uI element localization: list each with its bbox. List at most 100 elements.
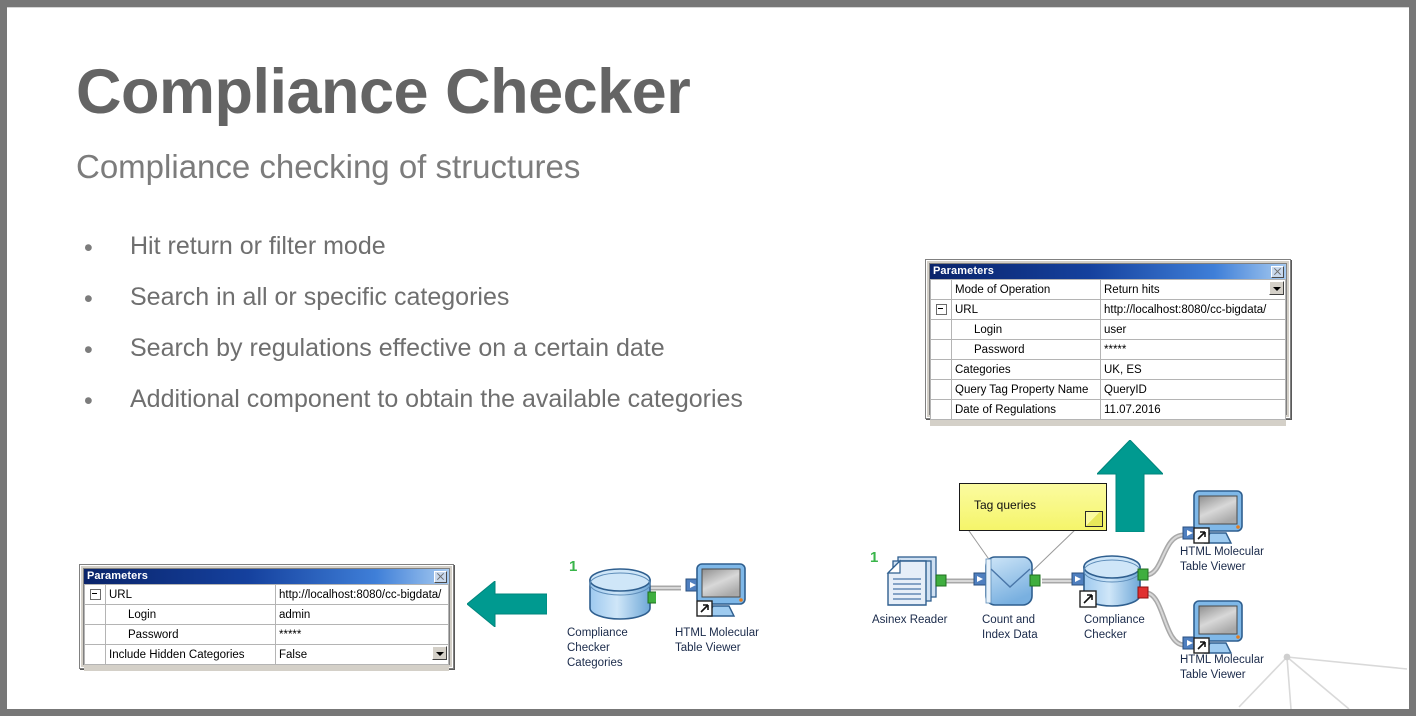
row-gutter <box>84 644 106 665</box>
parameters-table-top: Mode of Operation Return hits URL http:/… <box>930 279 1286 420</box>
parameters-table-bottom: URL http://localhost:8080/cc-bigdata/ Lo… <box>84 584 449 665</box>
html-molecular-table-viewer-icon[interactable] <box>1180 593 1252 659</box>
row-value-cell[interactable]: ***** <box>275 624 449 645</box>
row-value: 11.07.2016 <box>1104 403 1161 416</box>
bullet-marker: • <box>84 234 93 262</box>
row-value-cell[interactable]: Return hits <box>1100 279 1286 300</box>
row-value: admin <box>279 608 311 621</box>
table-row[interactable]: URL http://localhost:8080/cc-bigdata/ <box>930 299 1286 320</box>
left-arrow-callout <box>467 581 547 627</box>
row-value-cell[interactable]: QueryID <box>1100 379 1286 400</box>
node-label: Asinex Reader <box>872 614 948 626</box>
row-value: ***** <box>279 628 302 641</box>
row-gutter[interactable] <box>930 299 952 320</box>
list-item: • Additional component to obtain the ava… <box>76 379 776 423</box>
collapse-icon[interactable] <box>89 588 101 600</box>
node-label: HTML Molecular Table Viewer <box>1180 546 1264 573</box>
row-key: Query Tag Property Name <box>951 379 1101 400</box>
node-badge: 1 <box>569 558 578 575</box>
bullet-marker: • <box>84 387 93 415</box>
row-value: Return hits <box>1104 283 1160 296</box>
collapse-icon[interactable] <box>935 303 947 315</box>
dialog-title: Parameters <box>87 570 148 582</box>
row-value-cell[interactable]: http://localhost:8080/cc-bigdata/ <box>1100 299 1286 320</box>
row-value: ***** <box>1104 343 1127 356</box>
list-item: • Hit return or filter mode <box>76 226 776 270</box>
slide-canvas: Compliance Checker Compliance checking o… <box>7 7 1409 709</box>
node-label: Compliance Checker <box>1084 614 1145 641</box>
table-row[interactable]: Password ***** <box>930 339 1286 360</box>
row-gutter <box>930 359 952 380</box>
row-key: Login <box>105 604 276 625</box>
table-row[interactable]: Categories UK, ES <box>930 359 1286 380</box>
row-gutter <box>930 279 952 300</box>
row-value-cell[interactable]: ***** <box>1100 339 1286 360</box>
row-gutter <box>930 379 952 400</box>
close-icon[interactable] <box>434 570 447 583</box>
row-value-cell[interactable]: admin <box>275 604 449 625</box>
row-gutter <box>84 604 106 625</box>
dialog-title: Parameters <box>933 265 994 277</box>
bullet-text: Search by regulations effective on a cer… <box>130 334 665 362</box>
row-value-cell[interactable]: 11.07.2016 <box>1100 399 1286 420</box>
table-row[interactable]: Mode of Operation Return hits <box>930 279 1286 300</box>
row-key: Password <box>105 624 276 645</box>
html-molecular-table-viewer-icon[interactable] <box>1180 483 1252 549</box>
row-key: URL <box>951 299 1101 320</box>
row-key: Date of Regulations <box>951 399 1101 420</box>
row-key: Include Hidden Categories <box>105 644 276 665</box>
row-value: user <box>1104 323 1127 336</box>
parameters-dialog-top[interactable]: Parameters Mode of Operation Return hits… <box>926 260 1290 426</box>
node-label: Compliance Checker Categories <box>567 627 628 669</box>
row-key: Categories <box>951 359 1101 380</box>
node-badge: 1 <box>870 549 879 566</box>
row-value-cell[interactable]: False <box>275 644 449 665</box>
count-and-index-data-icon[interactable] <box>970 555 1048 611</box>
row-value: QueryID <box>1104 383 1147 396</box>
annotation-tag-queries[interactable]: Tag queries <box>959 483 1107 531</box>
row-gutter[interactable] <box>84 584 106 605</box>
node-label: HTML Molecular Table Viewer <box>1180 654 1264 681</box>
table-row[interactable]: Password ***** <box>84 624 449 645</box>
compliance-checker-icon[interactable] <box>1070 549 1152 615</box>
page-subtitle: Compliance checking of structures <box>76 148 581 185</box>
node-label: Count and Index Data <box>982 614 1038 641</box>
compliance-checker-categories-icon[interactable] <box>584 566 656 624</box>
row-value: False <box>279 648 308 661</box>
workflow-small: 1 Compliance Checker Categories HTML Mol… <box>559 556 789 676</box>
dialog-titlebar[interactable]: Parameters <box>930 264 1286 279</box>
asinex-reader-icon[interactable] <box>884 555 948 609</box>
row-gutter <box>930 399 952 420</box>
row-value-cell[interactable]: UK, ES <box>1100 359 1286 380</box>
row-key: Password <box>951 339 1101 360</box>
dialog-inner-frame: Parameters URL http://localhost:8080/cc-… <box>83 568 450 671</box>
dialog-footer <box>930 420 1286 426</box>
table-row[interactable]: Date of Regulations 11.07.2016 <box>930 399 1286 420</box>
row-value: UK, ES <box>1104 363 1142 376</box>
workflow-main: Tag queries 1 Asinex Reader Count and In… <box>862 463 1282 693</box>
table-row[interactable]: URL http://localhost:8080/cc-bigdata/ <box>84 584 449 605</box>
table-row[interactable]: Login user <box>930 319 1286 340</box>
page-title: Compliance Checker <box>76 57 691 127</box>
bullet-marker: • <box>84 285 93 313</box>
row-key: URL <box>105 584 276 605</box>
html-molecular-table-viewer-icon[interactable] <box>677 562 749 624</box>
row-gutter <box>84 624 106 645</box>
table-row[interactable]: Login admin <box>84 604 449 625</box>
bullet-list: • Hit return or filter mode • Search in … <box>76 226 776 430</box>
parameters-dialog-bottom[interactable]: Parameters URL http://localhost:8080/cc-… <box>80 565 453 671</box>
annotation-fold-icon <box>1085 511 1103 527</box>
dialog-titlebar[interactable]: Parameters <box>84 569 449 584</box>
chevron-down-icon[interactable] <box>432 646 447 660</box>
row-key: Mode of Operation <box>951 279 1101 300</box>
chevron-down-icon[interactable] <box>1269 281 1284 295</box>
node-label: HTML Molecular Table Viewer <box>675 627 759 654</box>
row-value-cell[interactable]: user <box>1100 319 1286 340</box>
row-value-cell[interactable]: http://localhost:8080/cc-bigdata/ <box>275 584 449 605</box>
bullet-text: Hit return or filter mode <box>130 232 386 260</box>
table-row[interactable]: Query Tag Property Name QueryID <box>930 379 1286 400</box>
bullet-text: Search in all or specific categories <box>130 283 510 311</box>
dialog-footer <box>84 665 449 671</box>
table-row[interactable]: Include Hidden Categories False <box>84 644 449 665</box>
close-icon[interactable] <box>1271 265 1284 278</box>
